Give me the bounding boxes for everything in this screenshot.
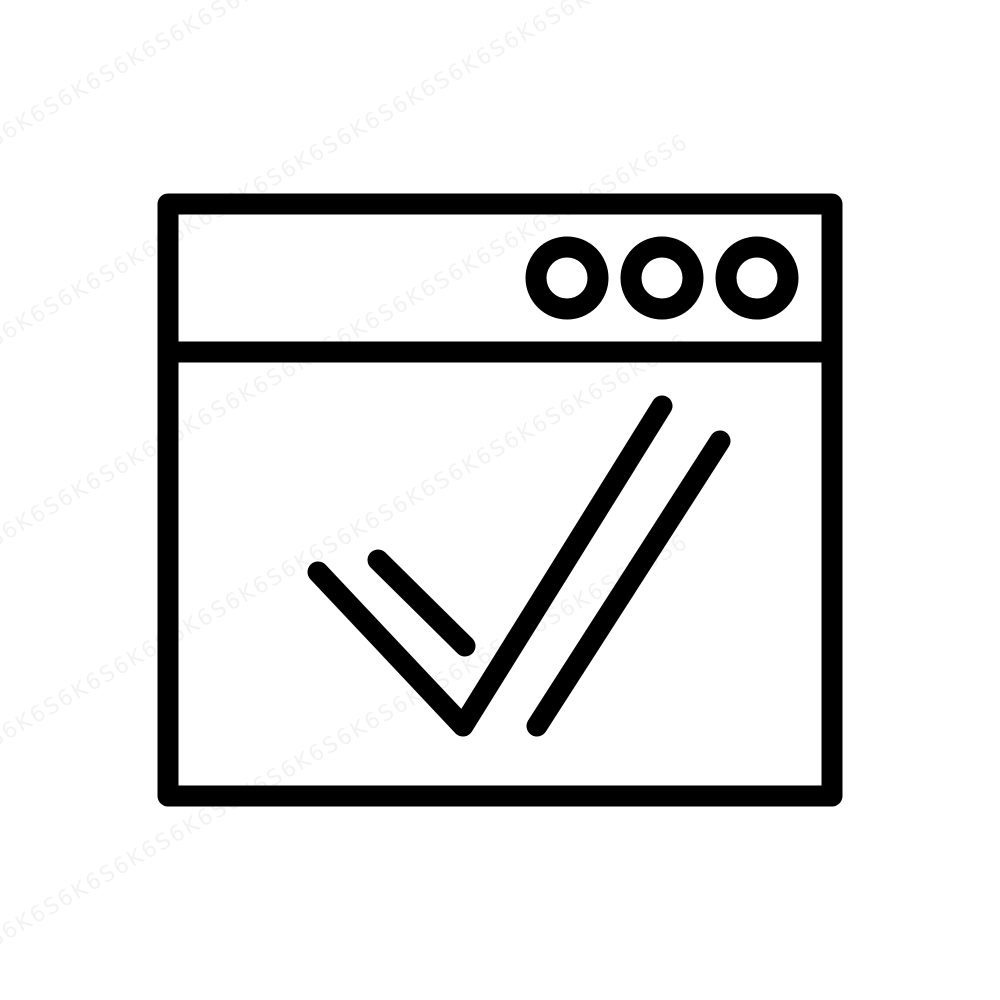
icon-canvas: K6S6K6S6K6S6K6S6K6S6K6S6K6S6K6S6K6S6K6S6…: [0, 0, 1000, 1000]
browser-window-check-icon: [157, 193, 843, 807]
stock-id-label: 396341435: [12, 760, 36, 960]
check-inner-stroke: [367, 549, 476, 657]
stock-id-text: 396341435: [34, 879, 36, 960]
window-dot-2: [620, 236, 704, 320]
check-outer-stroke: [526, 430, 731, 737]
window-dot-3: [715, 236, 799, 320]
window-dot-1: [525, 236, 609, 320]
